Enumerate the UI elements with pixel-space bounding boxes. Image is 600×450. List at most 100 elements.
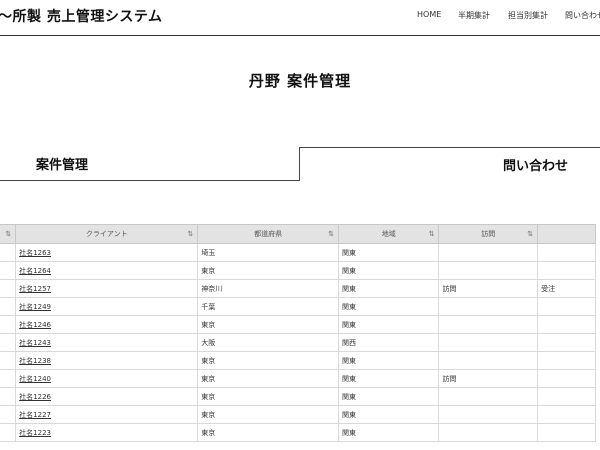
table-row[interactable]: 社名1227 東京 関東 [0, 405, 596, 424]
cell-region: 関東 [337, 261, 440, 280]
column-header-visit[interactable]: 訪問 ⇅ [438, 224, 539, 244]
nav-half-year-summary[interactable]: 半期集計 [458, 10, 490, 21]
cell-prefecture: 大阪 [197, 333, 339, 352]
cell-prefecture: 千葉 [197, 297, 339, 316]
cell-status [537, 369, 596, 388]
tab-case-management[interactable]: 案件管理 [0, 147, 300, 181]
cell-status [537, 261, 596, 280]
cell-index [0, 243, 17, 262]
nav-inquiry[interactable]: 問い合わせ [565, 10, 600, 21]
client-link[interactable]: 社名1246 [19, 321, 51, 329]
client-link[interactable]: 社名1249 [19, 303, 51, 311]
cell-prefecture: 東京 [197, 423, 339, 442]
top-header: 〜所製 売上管理システム HOME 半期集計 担当別集計 問い合わせ [0, 0, 600, 36]
cell-index [0, 333, 17, 352]
cell-client: 社名1223 [15, 423, 199, 442]
cell-visit [438, 423, 539, 442]
cell-visit [438, 243, 539, 262]
table-row[interactable]: 社名1246 東京 関東 [0, 315, 596, 334]
table-row[interactable]: 社名1223 東京 関東 [0, 423, 596, 442]
cell-client: 社名1264 [15, 261, 199, 280]
column-header-label: 都道府県 [254, 230, 283, 238]
cell-visit [438, 333, 539, 352]
table-row[interactable]: 社名1249 千葉 関東 [0, 297, 596, 316]
cell-visit: 訪問 [438, 279, 539, 298]
cell-visit [438, 387, 539, 406]
sort-icon[interactable]: ⇅ [187, 230, 193, 238]
cell-status [537, 387, 596, 406]
column-header-first[interactable]: ⇅ [0, 224, 17, 244]
cell-client: 社名1263 [15, 243, 199, 262]
tab-bar: 案件管理 問い合わせ [0, 147, 600, 181]
cell-region: 関東 [337, 387, 440, 406]
sort-icon[interactable]: ⇅ [527, 230, 533, 238]
cell-status [537, 315, 596, 334]
cell-client: 社名1227 [15, 405, 199, 424]
cell-status [537, 405, 596, 424]
table-header-row: ⇅ クライアント ⇅ 都道府県 ⇅ 地域 ⇅ 訪問 ⇅ [0, 224, 596, 244]
column-header-status[interactable] [537, 224, 596, 244]
cell-client: 社名1226 [15, 387, 199, 406]
nav-home[interactable]: HOME [417, 10, 441, 19]
cell-status [537, 351, 596, 370]
cell-region: 関西 [337, 333, 440, 352]
cell-prefecture: 東京 [197, 315, 339, 334]
cell-client: 社名1249 [15, 297, 199, 316]
cell-index [0, 405, 17, 424]
cell-region: 関東 [337, 297, 440, 316]
cell-region: 関東 [337, 369, 440, 388]
cell-prefecture: 東京 [197, 351, 339, 370]
table-row[interactable]: 社名1257 神奈川 関東 訪問 受注 [0, 279, 596, 298]
cell-prefecture: 神奈川 [197, 279, 339, 298]
column-header-label: クライアント [85, 230, 128, 238]
cell-prefecture: 東京 [197, 405, 339, 424]
cell-index [0, 279, 17, 298]
tab-case-management-label: 案件管理 [36, 158, 89, 173]
client-link[interactable]: 社名1238 [19, 357, 51, 365]
cell-region: 関東 [337, 279, 440, 298]
sort-icon[interactable]: ⇅ [328, 230, 334, 238]
table-row[interactable]: 社名1263 埼玉 関東 [0, 243, 596, 262]
cell-client: 社名1246 [15, 315, 199, 334]
client-link[interactable]: 社名1226 [19, 393, 51, 401]
table-row[interactable]: 社名1240 東京 関東 訪問 [0, 369, 596, 388]
cell-status [537, 333, 596, 352]
column-header-client[interactable]: クライアント ⇅ [15, 224, 199, 244]
cell-index [0, 261, 17, 280]
client-link[interactable]: 社名1264 [19, 267, 51, 275]
cell-visit [438, 351, 539, 370]
cell-visit [438, 405, 539, 424]
cell-status [537, 297, 596, 316]
client-link[interactable]: 社名1227 [19, 411, 51, 419]
column-header-region[interactable]: 地域 ⇅ [337, 224, 440, 244]
cell-status [537, 423, 596, 442]
cell-region: 関東 [337, 243, 440, 262]
table-row[interactable]: 社名1226 東京 関東 [0, 387, 596, 406]
cell-client: 社名1257 [15, 279, 199, 298]
table-row[interactable]: 社名1238 東京 関東 [0, 351, 596, 370]
tab-inquiry[interactable]: 問い合わせ [299, 147, 600, 181]
client-link[interactable]: 社名1263 [19, 249, 51, 257]
sort-icon[interactable]: ⇅ [429, 230, 435, 238]
cell-prefecture: 東京 [197, 261, 339, 280]
client-link[interactable]: 社名1243 [19, 339, 51, 347]
cell-client: 社名1238 [15, 351, 199, 370]
page-title: 丹野 案件管理 [248, 72, 352, 90]
cell-index [0, 315, 17, 334]
client-link[interactable]: 社名1257 [19, 285, 51, 293]
nav-by-person-summary[interactable]: 担当別集計 [508, 10, 548, 21]
sort-icon[interactable]: ⇅ [5, 230, 11, 238]
cell-visit [438, 261, 539, 280]
table-row[interactable]: 社名1264 東京 関東 [0, 261, 596, 280]
client-link[interactable]: 社名1223 [19, 429, 51, 437]
table-row[interactable]: 社名1243 大阪 関西 [0, 333, 596, 352]
client-link[interactable]: 社名1240 [19, 375, 51, 383]
column-header-prefecture[interactable]: 都道府県 ⇅ [197, 224, 339, 244]
cell-prefecture: 埼玉 [197, 243, 339, 262]
cell-region: 関東 [337, 351, 440, 370]
cell-index [0, 423, 17, 442]
cell-client: 社名1240 [15, 369, 199, 388]
cell-index [0, 297, 17, 316]
cell-prefecture: 東京 [197, 387, 339, 406]
cell-visit [438, 315, 539, 334]
